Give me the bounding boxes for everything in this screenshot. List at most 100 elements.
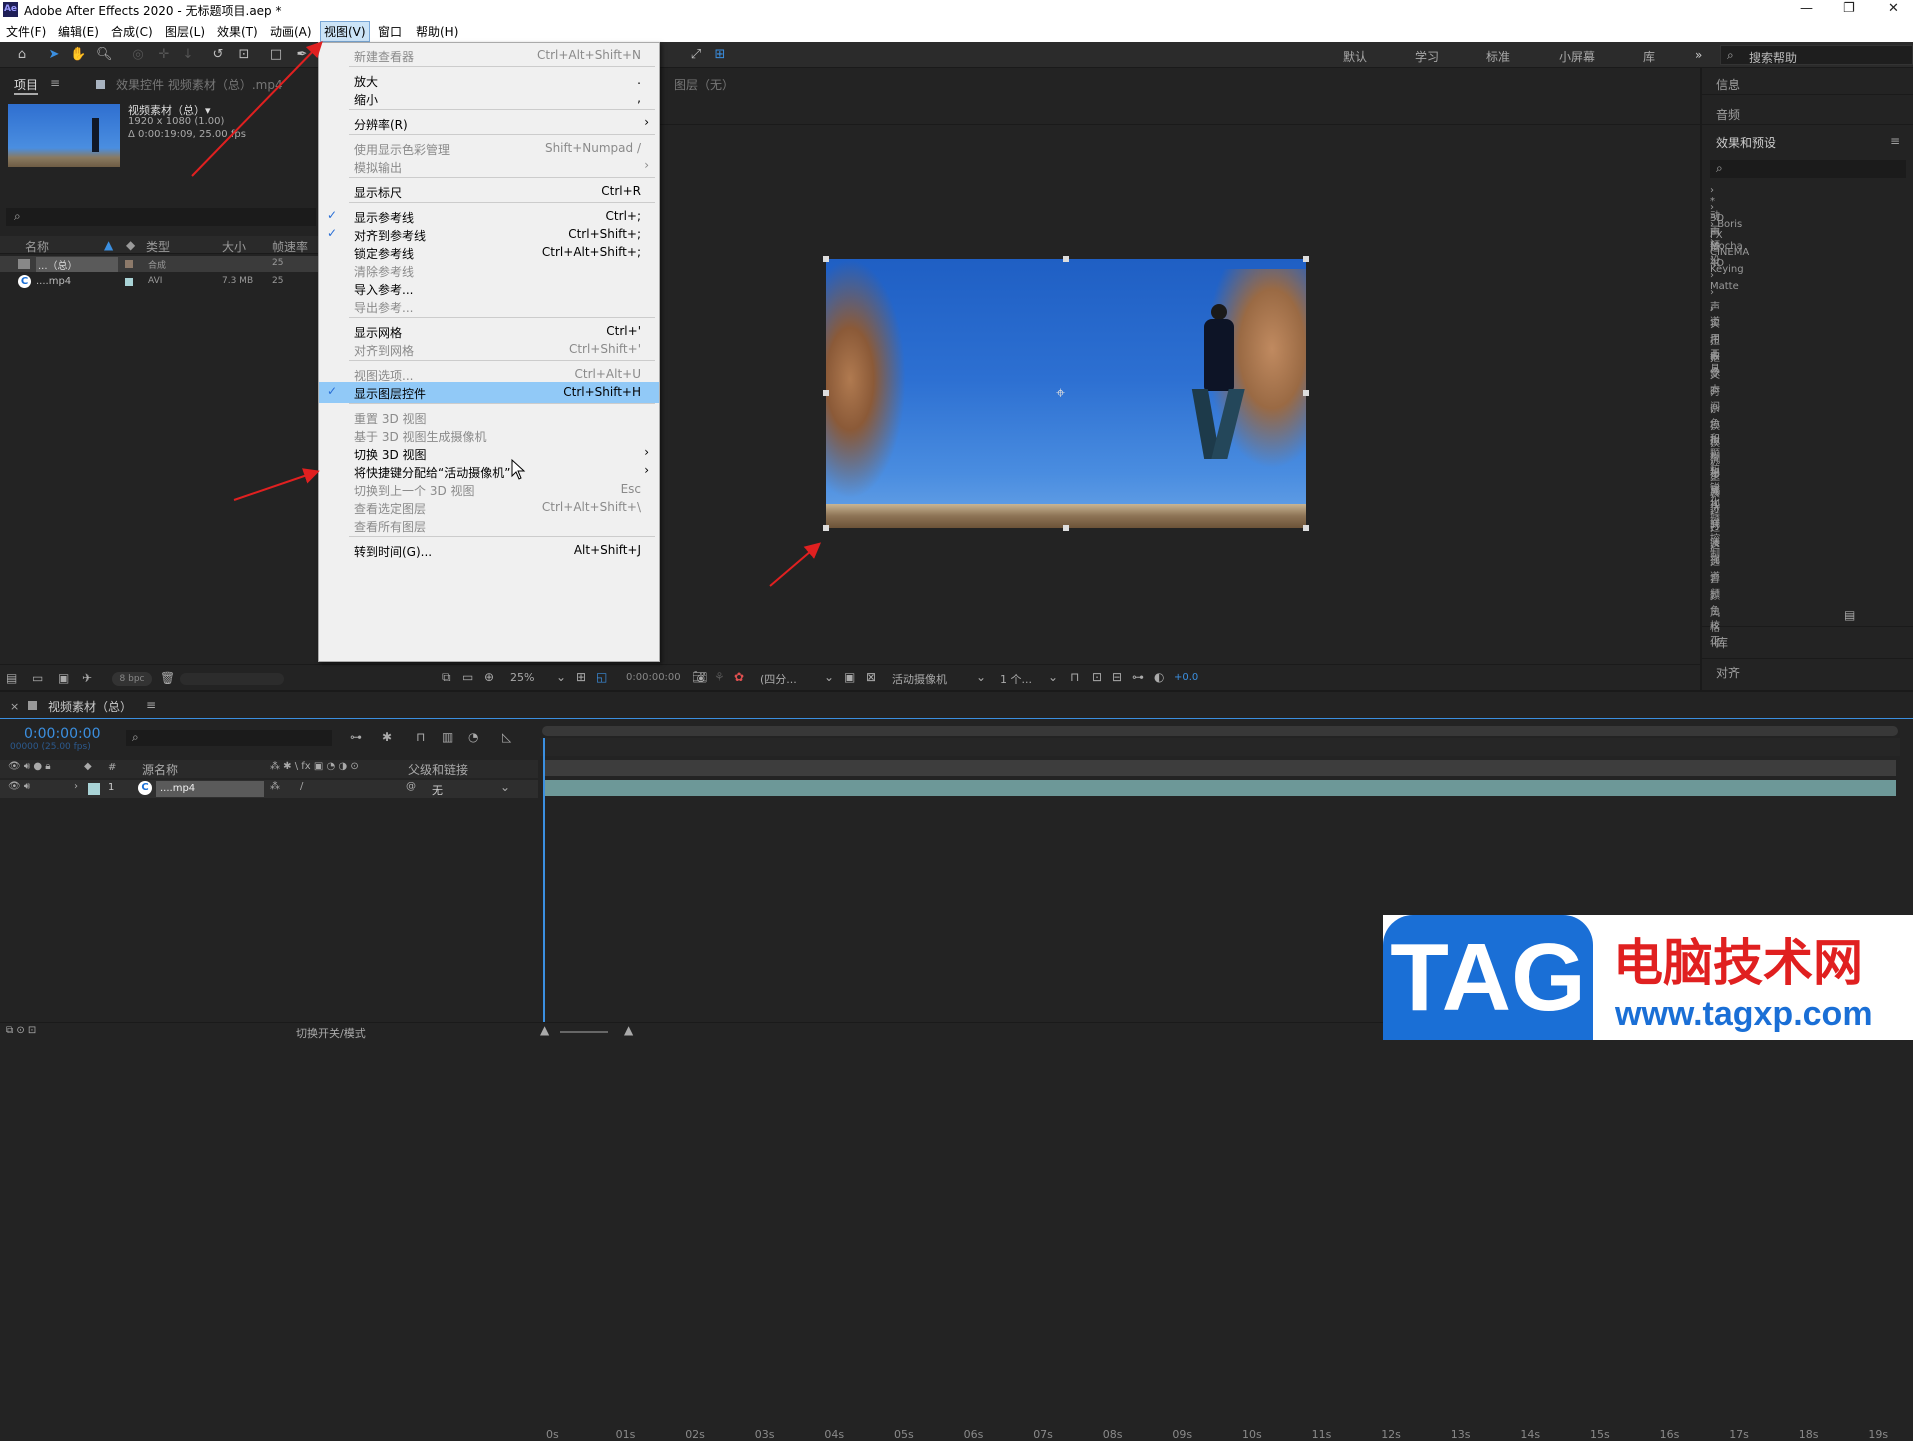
info-panel-tab[interactable]: 信息: [1716, 76, 1740, 93]
panel-menu-icon[interactable]: ≡: [50, 76, 60, 90]
expand-chevron-icon[interactable]: ›: [1710, 491, 1714, 502]
panel-menu-icon[interactable]: ≡: [146, 698, 156, 712]
menu-item[interactable]: ✓ 显示图层控件 Ctrl+Shift+H: [319, 382, 659, 403]
3d-draft-icon[interactable]: ⊡: [1092, 670, 1102, 684]
transform-handle[interactable]: [1303, 525, 1309, 531]
dolly-tool-icon[interactable]: ↓: [180, 47, 196, 63]
transform-handle[interactable]: [1063, 525, 1069, 531]
label-swatch[interactable]: [88, 783, 100, 795]
show-snapshot-icon[interactable]: ⚘: [714, 670, 725, 684]
menu-item[interactable]: 对齐到网格 Ctrl+Shift+': [319, 339, 659, 360]
monitor-icon[interactable]: ▭: [462, 670, 473, 684]
menu-animation[interactable]: 动画(A): [270, 23, 312, 40]
transform-handle[interactable]: [823, 256, 829, 262]
interpret-footage-icon[interactable]: ▤: [6, 671, 17, 685]
menu-edit[interactable]: 编辑(E): [58, 23, 99, 40]
motion-blur-icon[interactable]: ◔: [468, 730, 478, 744]
delete-icon[interactable]: 🗑︎: [160, 671, 175, 685]
menu-window[interactable]: 窗口: [378, 23, 402, 40]
av-switches-icon[interactable]: 👁︎ 🔊︎ ● 🔒︎: [8, 761, 51, 772]
anchor-tool-icon[interactable]: ⊡: [236, 47, 252, 63]
work-area-bar[interactable]: [542, 726, 1898, 736]
expand-chevron-icon[interactable]: ›: [1710, 576, 1714, 587]
menu-effect[interactable]: 效果(T): [217, 23, 258, 40]
draft-3d-icon[interactable]: ✱: [382, 730, 392, 744]
expand-chevron-icon[interactable]: ›: [1710, 508, 1714, 519]
snap-icon[interactable]: ⤢: [688, 47, 704, 63]
snapshot-icon[interactable]: 📷︎: [692, 670, 707, 684]
chevron-down-icon[interactable]: ⌄: [556, 670, 566, 684]
current-timecode[interactable]: 0:00:00:00: [24, 726, 101, 742]
zoom-in-icon[interactable]: ▲: [624, 1023, 633, 1037]
layer-row[interactable]: 👁︎ 🔊︎ › 1 C ....mp4 ⁂ / @ 无 ⌄: [0, 780, 538, 798]
expand-chevron-icon[interactable]: ›: [1710, 440, 1714, 451]
pan-tool-icon[interactable]: ✛: [156, 47, 172, 63]
expand-chevron-icon[interactable]: ›: [1710, 355, 1714, 366]
tab-project[interactable]: 项目: [14, 76, 39, 95]
menu-item[interactable]: 转到时间(G)... Alt+Shift+J: [319, 540, 659, 561]
exposure-value[interactable]: +0.0: [1174, 672, 1198, 683]
col-type[interactable]: 类型: [146, 238, 170, 255]
quality-switch-icon[interactable]: /: [300, 781, 303, 792]
graph-editor-icon[interactable]: ◺: [502, 730, 511, 744]
expand-chevron-icon[interactable]: ›: [1710, 253, 1714, 264]
transform-handle[interactable]: [1303, 256, 1309, 262]
viewer-timecode[interactable]: 0:00:00:00: [626, 672, 681, 683]
composition-footage[interactable]: ⌖: [826, 259, 1306, 528]
expand-chevron-icon[interactable]: ›: [1710, 593, 1714, 604]
close-tab-icon[interactable]: ×: [10, 700, 19, 713]
menu-item[interactable]: 模拟输出 ›: [319, 156, 659, 177]
expand-chevron-icon[interactable]: ›: [1710, 202, 1714, 213]
transform-handle[interactable]: [1063, 256, 1069, 262]
expand-chevron-icon[interactable]: ›: [1710, 559, 1714, 570]
zoom-tool-icon[interactable]: 🔍︎: [96, 47, 113, 63]
label-tag-icon[interactable]: ◆: [84, 761, 92, 772]
shy-icon[interactable]: ⊓: [416, 730, 425, 744]
expand-chevron-icon[interactable]: ›: [1710, 185, 1714, 196]
toggle-pixel-icon[interactable]: ⊓: [1070, 670, 1079, 684]
workspace-learn[interactable]: 学习: [1415, 48, 1439, 65]
home-icon[interactable]: ⌂: [14, 47, 30, 63]
expand-chevron-icon[interactable]: ›: [1710, 525, 1714, 536]
selection-tool-icon[interactable]: ➤: [46, 47, 62, 63]
zoom-out-icon[interactable]: ▲: [540, 1023, 549, 1037]
tab-effect-controls[interactable]: 效果控件 视频素材（总）.mp4: [116, 76, 283, 93]
more-workspaces-icon[interactable]: »: [1695, 48, 1702, 62]
timeline-search-input[interactable]: ⌕: [126, 730, 332, 746]
pen-tool-icon[interactable]: ✒: [294, 47, 310, 63]
parent-select[interactable]: 无: [432, 782, 443, 798]
close-button[interactable]: ✕: [1888, 1, 1899, 16]
workspace-small-screen[interactable]: 小屏幕: [1559, 48, 1595, 65]
label-tag-icon[interactable]: ◆: [126, 238, 135, 252]
menu-file[interactable]: 文件(F): [6, 23, 46, 40]
effects-category[interactable]: › 风格化: [1710, 593, 1720, 649]
flowchart-icon[interactable]: ⊶: [1132, 670, 1144, 684]
col-fps[interactable]: 帧速率: [272, 238, 308, 255]
effects-search-input[interactable]: ⌕: [1710, 160, 1906, 178]
menu-view[interactable]: 视图(V): [320, 21, 370, 42]
transparency-grid-icon[interactable]: ▣: [844, 670, 855, 684]
maximize-button[interactable]: ❐: [1843, 1, 1855, 16]
transform-handle[interactable]: [823, 390, 829, 396]
video-toggle-icon[interactable]: 👁︎ 🔊︎: [8, 781, 30, 792]
expand-chevron-icon[interactable]: ›: [1710, 542, 1714, 553]
collapse-switch-icon[interactable]: ⁂: [270, 781, 280, 792]
workspace-default[interactable]: 默认: [1343, 48, 1367, 65]
panel-menu-icon[interactable]: ≡: [1890, 134, 1900, 148]
zoom-slider[interactable]: [560, 1031, 608, 1033]
chevron-down-icon[interactable]: ⌄: [1048, 670, 1058, 684]
expand-chevron-icon[interactable]: ›: [1710, 406, 1714, 417]
expand-chevron-icon[interactable]: ›: [1710, 457, 1714, 468]
expand-chevron-icon[interactable]: ›: [1710, 372, 1714, 383]
expand-chevron-icon[interactable]: ›: [1710, 270, 1714, 281]
new-bin-icon[interactable]: ▤: [1844, 608, 1855, 622]
sort-icon[interactable]: ▲: [104, 238, 113, 252]
new-composition-icon[interactable]: ▣: [58, 671, 69, 685]
audio-panel-tab[interactable]: 音频: [1716, 106, 1740, 123]
project-search-input[interactable]: ⌕: [6, 208, 316, 226]
mask-icon[interactable]: ⊕: [484, 670, 494, 684]
layer-duration-bar[interactable]: [544, 780, 1896, 796]
rotate-tool-icon[interactable]: ↺: [210, 47, 226, 63]
col-source-name[interactable]: 源名称: [142, 761, 178, 778]
menu-item[interactable]: 分辨率(R) ›: [319, 113, 659, 134]
